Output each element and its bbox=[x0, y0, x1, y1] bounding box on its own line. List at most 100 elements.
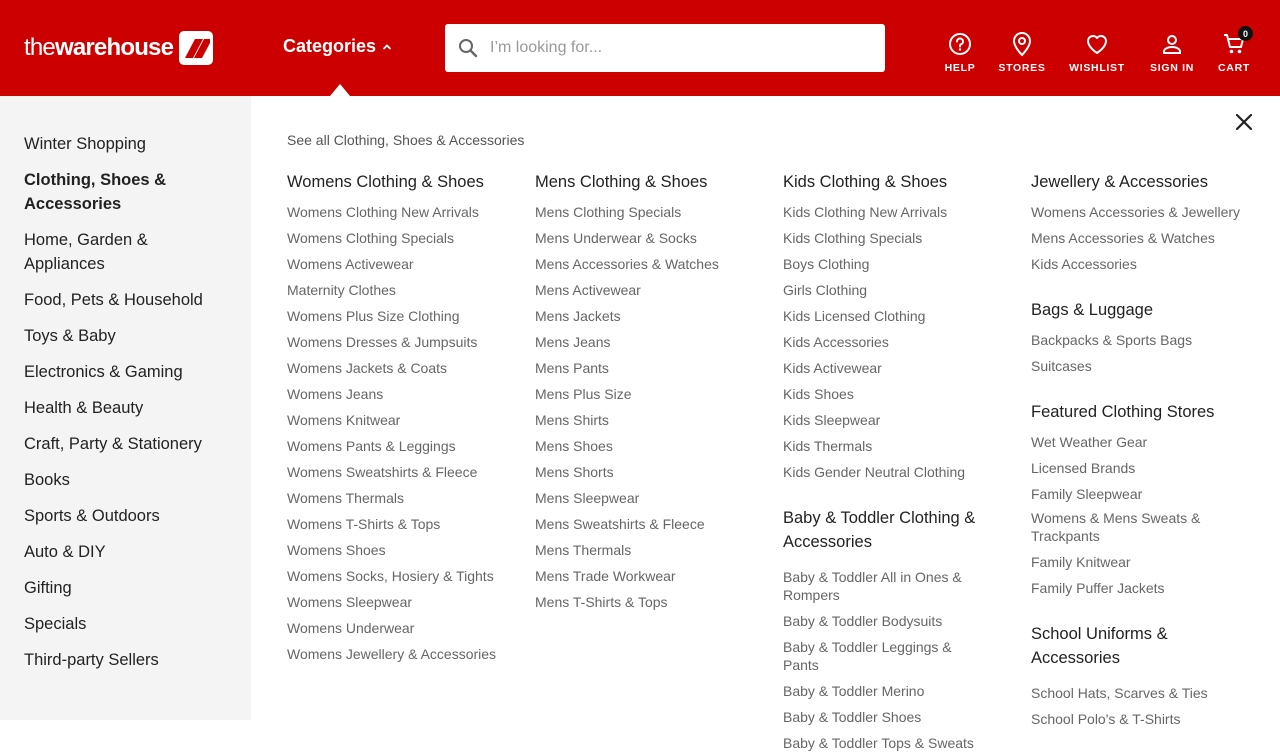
menu-link-womens-2[interactable]: Womens Activewear bbox=[287, 255, 414, 273]
menu-link-baby-2[interactable]: Baby & Toddler Leggings & Pants bbox=[783, 638, 983, 674]
menu-link-featured-3[interactable]: Womens & Mens Sweats & Trackpants bbox=[1031, 509, 1231, 545]
menu-link-womens-6[interactable]: Womens Jackets & Coats bbox=[287, 359, 447, 377]
menu-link-kids-6[interactable]: Kids Activewear bbox=[783, 359, 882, 377]
menu-link-womens-7[interactable]: Womens Jeans bbox=[287, 385, 383, 403]
sidebar-item-gifting[interactable]: Gifting bbox=[24, 576, 184, 600]
menu-heading-mens[interactable]: Mens Clothing & Shoes bbox=[535, 170, 707, 194]
menu-link-womens-9[interactable]: Womens Pants & Leggings bbox=[287, 437, 456, 455]
menu-link-kids-2[interactable]: Boys Clothing bbox=[783, 255, 869, 273]
sidebar-item-specials[interactable]: Specials bbox=[24, 612, 184, 636]
menu-link-bags-0[interactable]: Backpacks & Sports Bags bbox=[1031, 331, 1192, 349]
menu-link-kids-0[interactable]: Kids Clothing New Arrivals bbox=[783, 203, 947, 221]
menu-link-kids-7[interactable]: Kids Shoes bbox=[783, 385, 854, 403]
menu-link-baby-3[interactable]: Baby & Toddler Merino bbox=[783, 682, 983, 700]
menu-link-baby-0[interactable]: Baby & Toddler All in Ones & Rompers bbox=[783, 568, 983, 604]
menu-link-mens-2[interactable]: Mens Accessories & Watches bbox=[535, 255, 719, 273]
sidebar-item-home-garden-appliances[interactable]: Home, Garden & Appliances bbox=[24, 228, 184, 276]
menu-link-mens-0[interactable]: Mens Clothing Specials bbox=[535, 203, 681, 221]
menu-link-mens-1[interactable]: Mens Underwear & Socks bbox=[535, 229, 697, 247]
menu-link-featured-4[interactable]: Family Knitwear bbox=[1031, 553, 1231, 571]
menu-heading-kids[interactable]: Kids Clothing & Shoes bbox=[783, 170, 947, 194]
help-label: HELP bbox=[944, 62, 976, 74]
menu-link-kids-5[interactable]: Kids Accessories bbox=[783, 333, 889, 351]
menu-link-womens-5[interactable]: Womens Dresses & Jumpsuits bbox=[287, 333, 477, 351]
menu-link-womens-0[interactable]: Womens Clothing New Arrivals bbox=[287, 203, 479, 221]
menu-link-baby-4[interactable]: Baby & Toddler Shoes bbox=[783, 708, 983, 726]
menu-link-baby-5[interactable]: Baby & Toddler Tops & Sweats bbox=[783, 734, 983, 752]
menu-link-featured-0[interactable]: Wet Weather Gear bbox=[1031, 433, 1231, 451]
help-link[interactable]: HELP bbox=[944, 30, 976, 74]
close-icon[interactable] bbox=[1234, 112, 1254, 132]
menu-link-kids-4[interactable]: Kids Licensed Clothing bbox=[783, 307, 925, 325]
menu-link-mens-5[interactable]: Mens Jeans bbox=[535, 333, 610, 351]
menu-link-jewellery-2[interactable]: Kids Accessories bbox=[1031, 255, 1137, 273]
map-pin-icon bbox=[1009, 30, 1035, 58]
sidebar-item-toys-baby[interactable]: Toys & Baby bbox=[24, 324, 184, 348]
menu-heading-bags[interactable]: Bags & Luggage bbox=[1031, 298, 1153, 322]
menu-heading-school[interactable]: School Uniforms & Accessories bbox=[1031, 622, 1221, 670]
menu-heading-featured[interactable]: Featured Clothing Stores bbox=[1031, 400, 1214, 424]
menu-link-mens-8[interactable]: Mens Shirts bbox=[535, 411, 609, 429]
menu-heading-womens[interactable]: Womens Clothing & Shoes bbox=[287, 170, 484, 194]
menu-link-womens-14[interactable]: Womens Socks, Hosiery & Tights bbox=[287, 567, 494, 585]
sidebar-item-health-beauty[interactable]: Health & Beauty bbox=[24, 396, 184, 420]
sidebar-item-food-pets-household[interactable]: Food, Pets & Household bbox=[24, 288, 244, 312]
menu-link-kids-9[interactable]: Kids Thermals bbox=[783, 437, 872, 455]
user-icon bbox=[1159, 30, 1185, 58]
menu-link-womens-15[interactable]: Womens Sleepwear bbox=[287, 593, 412, 611]
menu-link-mens-7[interactable]: Mens Plus Size bbox=[535, 385, 631, 403]
menu-link-womens-3[interactable]: Maternity Clothes bbox=[287, 281, 396, 299]
sidebar-item-sports-outdoors[interactable]: Sports & Outdoors bbox=[24, 504, 244, 528]
menu-link-bags-1[interactable]: Suitcases bbox=[1031, 357, 1092, 375]
menu-heading-baby[interactable]: Baby & Toddler Clothing & Accessories bbox=[783, 506, 993, 554]
heart-icon bbox=[1084, 30, 1110, 58]
menu-link-kids-10[interactable]: Kids Gender Neutral Clothing bbox=[783, 463, 965, 481]
see-all-clothing-link[interactable]: See all Clothing, Shoes & Accessories bbox=[287, 132, 524, 148]
menu-link-mens-14[interactable]: Mens Trade Workwear bbox=[535, 567, 676, 585]
stores-link[interactable]: STORES bbox=[998, 30, 1045, 74]
menu-link-school-1[interactable]: School Polo's & T-Shirts bbox=[1031, 710, 1180, 728]
sidebar-item-winter-shopping[interactable]: Winter Shopping bbox=[24, 132, 244, 156]
menu-link-mens-13[interactable]: Mens Thermals bbox=[535, 541, 631, 559]
sidebar-item-craft-party-stationery[interactable]: Craft, Party & Stationery bbox=[24, 432, 244, 456]
sidebar-item-clothing-shoes-accessories[interactable]: Clothing, Shoes & Accessories bbox=[24, 168, 184, 216]
menu-link-mens-3[interactable]: Mens Activewear bbox=[535, 281, 641, 299]
menu-link-mens-10[interactable]: Mens Shorts bbox=[535, 463, 614, 481]
menu-link-jewellery-1[interactable]: Mens Accessories & Watches bbox=[1031, 229, 1215, 247]
sidebar-item-books[interactable]: Books bbox=[24, 468, 184, 492]
menu-link-kids-3[interactable]: Girls Clothing bbox=[783, 281, 867, 299]
menu-heading-jewellery[interactable]: Jewellery & Accessories bbox=[1031, 170, 1208, 194]
menu-link-mens-6[interactable]: Mens Pants bbox=[535, 359, 609, 377]
wishlist-link[interactable]: WISHLIST bbox=[1068, 30, 1126, 74]
header-nav: HELP STORES WISHLIST SIGN IN 0 CART bbox=[0, 26, 1280, 80]
menu-link-womens-17[interactable]: Womens Jewellery & Accessories bbox=[287, 645, 496, 663]
menu-link-womens-16[interactable]: Womens Underwear bbox=[287, 619, 414, 637]
cart-label: CART bbox=[1218, 62, 1250, 74]
menu-link-jewellery-0[interactable]: Womens Accessories & Jewellery bbox=[1031, 203, 1240, 221]
menu-link-womens-8[interactable]: Womens Knitwear bbox=[287, 411, 400, 429]
menu-link-kids-8[interactable]: Kids Sleepwear bbox=[783, 411, 880, 429]
menu-link-mens-11[interactable]: Mens Sleepwear bbox=[535, 489, 639, 507]
menu-link-mens-15[interactable]: Mens T-Shirts & Tops bbox=[535, 593, 668, 611]
menu-link-school-0[interactable]: School Hats, Scarves & Ties bbox=[1031, 684, 1208, 702]
menu-link-baby-1[interactable]: Baby & Toddler Bodysuits bbox=[783, 612, 983, 630]
menu-link-womens-10[interactable]: Womens Sweatshirts & Fleece bbox=[287, 463, 477, 481]
menu-link-womens-11[interactable]: Womens Thermals bbox=[287, 489, 404, 507]
menu-link-featured-1[interactable]: Licensed Brands bbox=[1031, 459, 1231, 477]
menu-link-mens-4[interactable]: Mens Jackets bbox=[535, 307, 621, 325]
menu-link-mens-12[interactable]: Mens Sweatshirts & Fleece bbox=[535, 515, 705, 533]
menu-link-kids-1[interactable]: Kids Clothing Specials bbox=[783, 229, 922, 247]
menu-link-mens-9[interactable]: Mens Shoes bbox=[535, 437, 613, 455]
cart-count-badge: 0 bbox=[1238, 26, 1253, 41]
menu-link-womens-4[interactable]: Womens Plus Size Clothing bbox=[287, 307, 459, 325]
menu-link-featured-5[interactable]: Family Puffer Jackets bbox=[1031, 579, 1231, 597]
sidebar-item-auto-diy[interactable]: Auto & DIY bbox=[24, 540, 184, 564]
sidebar-item-third-party-sellers[interactable]: Third-party Sellers bbox=[24, 648, 244, 672]
menu-link-womens-13[interactable]: Womens Shoes bbox=[287, 541, 386, 559]
cart-link[interactable]: 0 CART bbox=[1216, 26, 1253, 74]
sign-in-link[interactable]: SIGN IN bbox=[1148, 30, 1196, 74]
menu-link-womens-1[interactable]: Womens Clothing Specials bbox=[287, 229, 454, 247]
menu-link-featured-2[interactable]: Family Sleepwear bbox=[1031, 485, 1231, 503]
menu-link-womens-12[interactable]: Womens T-Shirts & Tops bbox=[287, 515, 440, 533]
sidebar-item-electronics-gaming[interactable]: Electronics & Gaming bbox=[24, 360, 244, 384]
